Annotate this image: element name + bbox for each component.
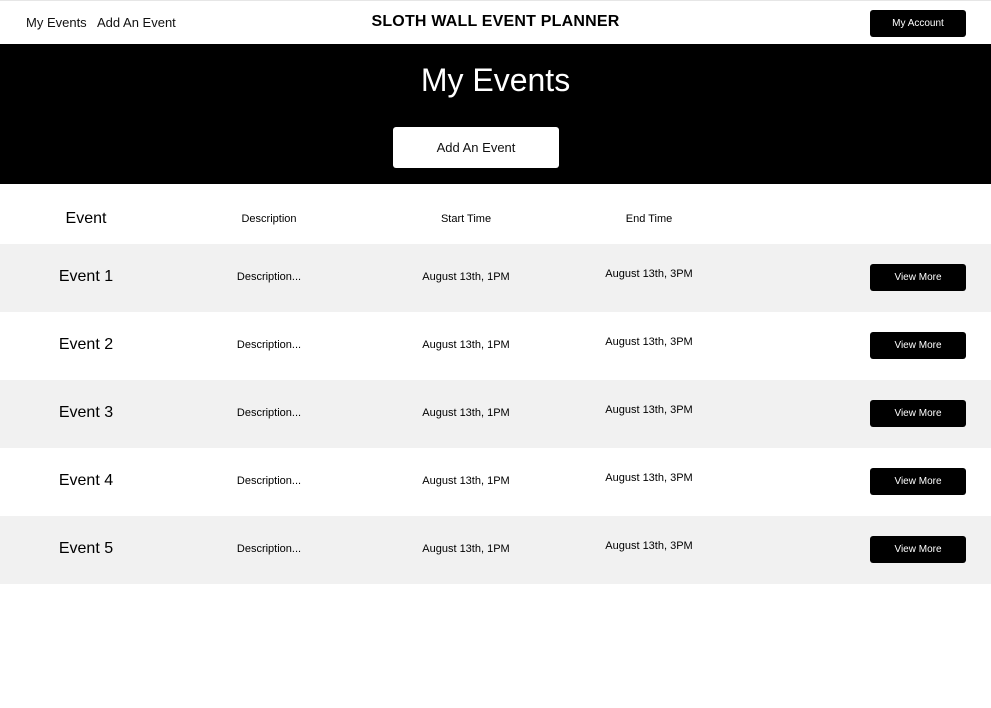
add-event-button[interactable]: Add An Event bbox=[393, 127, 559, 168]
event-end-time: August 13th, 3PM bbox=[605, 472, 693, 484]
event-name: Event 4 bbox=[58, 472, 114, 489]
event-description: Description... bbox=[236, 407, 302, 419]
nav-link-my-events[interactable]: My Events bbox=[26, 15, 87, 30]
event-description: Description... bbox=[236, 475, 302, 487]
event-description: Description... bbox=[236, 339, 302, 351]
column-header-description: Description bbox=[241, 213, 297, 225]
table-row: Event 2 Description... August 13th, 1PM … bbox=[0, 312, 991, 380]
event-start-time: August 13th, 1PM bbox=[422, 475, 510, 487]
event-end-time: August 13th, 3PM bbox=[605, 336, 693, 348]
event-end-time: August 13th, 3PM bbox=[605, 404, 693, 416]
page-title: My Events bbox=[420, 62, 571, 98]
view-more-button[interactable]: View More bbox=[870, 400, 966, 427]
view-more-button[interactable]: View More bbox=[870, 264, 966, 291]
column-header-start-time: Start Time bbox=[440, 213, 492, 225]
event-description: Description... bbox=[236, 271, 302, 283]
event-start-time: August 13th, 1PM bbox=[422, 339, 510, 351]
top-navigation-bar: My Events Add An Event SLOTH WALL EVENT … bbox=[0, 0, 991, 44]
table-row: Event 3 Description... August 13th, 1PM … bbox=[0, 380, 991, 448]
my-account-button[interactable]: My Account bbox=[870, 10, 966, 37]
table-header: Event Description Start Time End Time bbox=[0, 184, 991, 244]
event-name: Event 2 bbox=[58, 336, 114, 353]
event-start-time: August 13th, 1PM bbox=[422, 543, 510, 555]
table-row: Event 1 Description... August 13th, 1PM … bbox=[0, 244, 991, 312]
table-row: Event 4 Description... August 13th, 1PM … bbox=[0, 448, 991, 516]
event-name: Event 3 bbox=[58, 404, 114, 421]
view-more-button[interactable]: View More bbox=[870, 332, 966, 359]
view-more-button[interactable]: View More bbox=[870, 468, 966, 495]
nav-link-add-event[interactable]: Add An Event bbox=[97, 15, 176, 30]
event-name: Event 1 bbox=[58, 268, 114, 285]
column-header-end-time: End Time bbox=[625, 213, 673, 225]
event-description: Description... bbox=[236, 543, 302, 555]
column-header-event: Event bbox=[65, 210, 107, 227]
table-row: Event 5 Description... August 13th, 1PM … bbox=[0, 516, 991, 584]
event-start-time: August 13th, 1PM bbox=[422, 407, 510, 419]
view-more-button[interactable]: View More bbox=[870, 536, 966, 563]
hero-banner: My Events Add An Event bbox=[0, 44, 991, 184]
event-name: Event 5 bbox=[58, 540, 114, 557]
event-start-time: August 13th, 1PM bbox=[422, 271, 510, 283]
event-end-time: August 13th, 3PM bbox=[605, 540, 693, 552]
event-end-time: August 13th, 3PM bbox=[605, 268, 693, 280]
